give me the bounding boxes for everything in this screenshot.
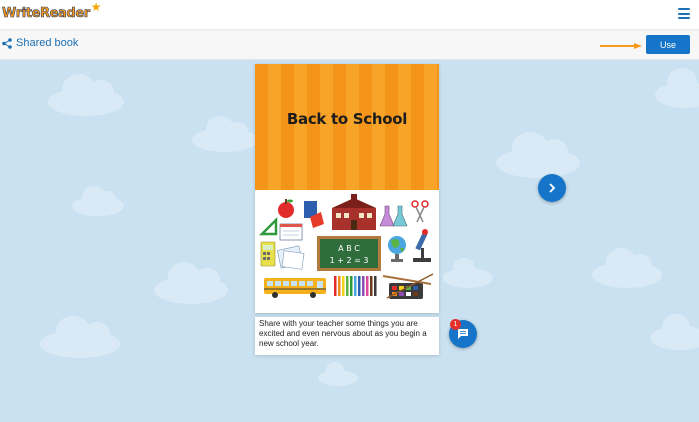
shared-book-label: Shared book — [16, 37, 79, 49]
comment-count-badge: 1 — [450, 319, 461, 330]
notepad-icon — [279, 223, 303, 241]
chalkboard-icon: A B C 1 + 2 = 3 — [317, 236, 381, 271]
cloud-decoration — [72, 186, 124, 216]
microscope-icon — [413, 229, 431, 262]
cloud-decoration — [650, 314, 699, 350]
triangle-ruler-icon — [258, 216, 278, 236]
chalkboard-line-2: 1 + 2 = 3 — [330, 256, 369, 265]
scissors-icon — [411, 200, 429, 223]
logo-star-icon: ★ — [90, 0, 102, 14]
use-button[interactable]: Use — [646, 35, 690, 54]
shared-book-link[interactable]: Shared book — [2, 37, 78, 49]
arrow-right-icon — [600, 43, 642, 49]
cover-banner: Back to School — [255, 64, 439, 190]
cloud-decoration — [496, 132, 580, 178]
cloud-decoration — [592, 248, 662, 288]
school-bus-icon — [264, 278, 326, 298]
globe-icon — [388, 236, 406, 262]
colored-pencils-icon — [334, 276, 377, 296]
calculator-icon — [260, 241, 276, 267]
writereader-logo[interactable]: WriteReader ★ — [2, 0, 102, 25]
share-icon — [2, 37, 12, 49]
chalkboard-line-1: A B C — [338, 244, 360, 253]
cloud-decoration — [48, 74, 124, 116]
blue-book-icon — [304, 201, 324, 228]
school-supplies-illustration: A B C 1 + 2 = 3 — [258, 194, 434, 299]
book-toolbar: Shared book Use — [0, 29, 699, 60]
lab-flask-icon — [379, 205, 408, 227]
book-cover-page[interactable]: Back to School A B C 1 + 2 = 3 — [255, 64, 439, 313]
cloud-decoration — [192, 116, 258, 152]
comment-icon — [458, 329, 468, 339]
book-title: Back to School — [286, 110, 408, 128]
cloud-decoration — [40, 316, 120, 358]
cloud-decoration — [655, 68, 699, 108]
page-caption: Share with your teacher some things you … — [255, 317, 439, 355]
paint-palette-icon — [382, 273, 434, 299]
apple-icon — [278, 199, 294, 218]
cloud-decoration — [443, 258, 493, 288]
hamburger-menu-icon[interactable] — [678, 8, 690, 19]
chevron-right-icon — [549, 183, 556, 193]
cloud-decoration — [318, 362, 358, 386]
next-page-button[interactable] — [538, 174, 566, 202]
school-building-icon — [332, 194, 376, 230]
top-bar: WriteReader ★ — [0, 0, 699, 29]
logo-text: WriteReader — [2, 6, 91, 22]
papers-icon — [277, 245, 305, 270]
cloud-decoration — [154, 262, 228, 304]
